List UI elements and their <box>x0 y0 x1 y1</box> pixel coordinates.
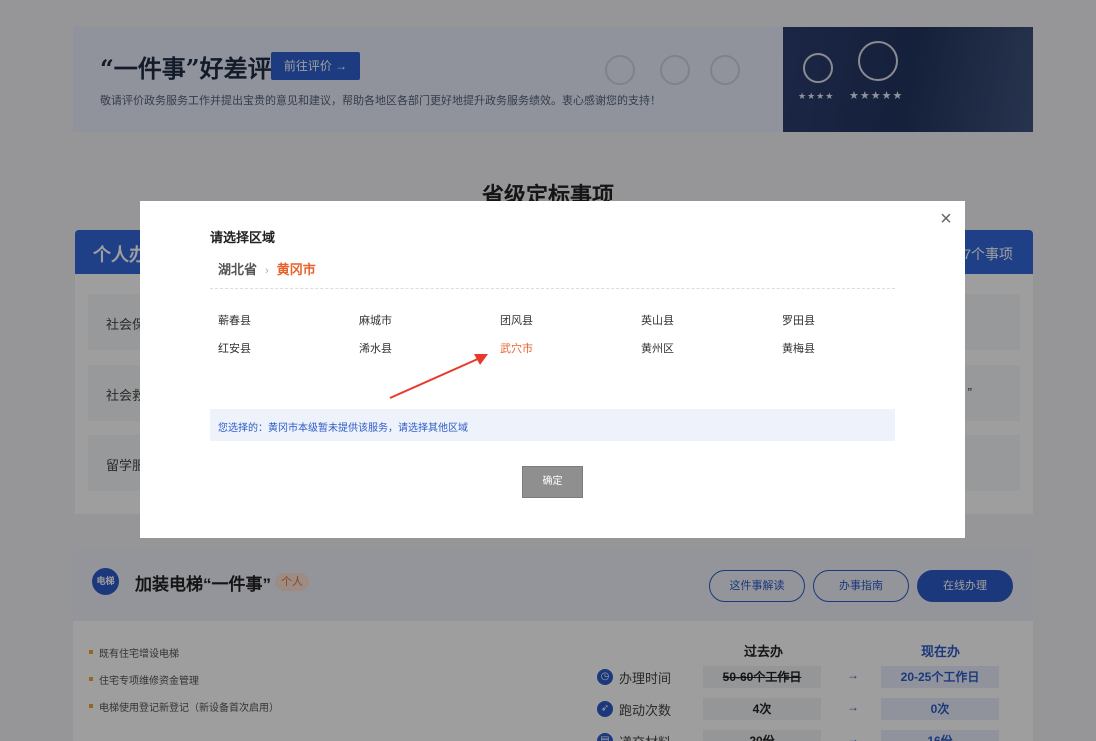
region-select-dialog: × 请选择区域 湖北省 › 黄冈市 蕲春县 麻城市 团风县 英山县 罗田县 红安县 … <box>140 201 965 538</box>
annotation-arrow-icon <box>389 354 488 399</box>
